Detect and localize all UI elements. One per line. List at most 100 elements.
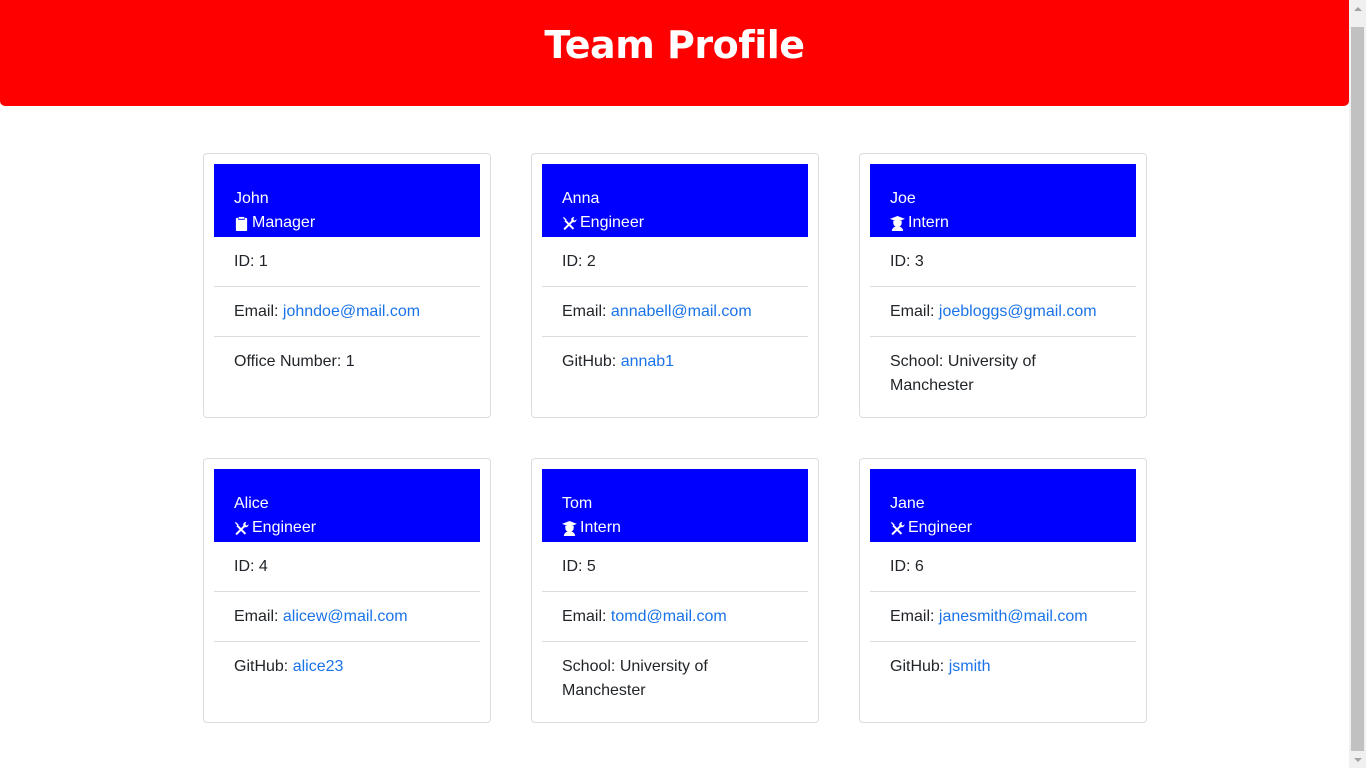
id-label: ID:	[234, 253, 259, 270]
github-label: GitHub:	[234, 658, 293, 675]
card-header: Alice Engineer	[214, 469, 480, 542]
email-label: Email:	[234, 608, 283, 625]
tools-icon	[890, 521, 905, 535]
role-label: Intern	[908, 214, 949, 231]
employee-name: Tom	[562, 495, 593, 512]
employee-name: Anna	[562, 190, 600, 207]
graduate-icon	[890, 215, 905, 231]
employee-role: Engineer	[890, 516, 1116, 540]
role-label: Engineer	[252, 519, 317, 536]
card-header: Jane Engineer	[870, 469, 1136, 542]
employee-role: Intern	[890, 211, 1116, 235]
email-link[interactable]: tomd@mail.com	[611, 608, 727, 625]
github-link[interactable]: annab1	[621, 353, 674, 370]
github-label: GitHub:	[890, 658, 949, 675]
list-item-email: Email: alicew@mail.com	[214, 592, 480, 642]
list-item-email: Email: annabell@mail.com	[542, 287, 808, 337]
email-label: Email:	[234, 303, 283, 320]
email-label: Email:	[890, 303, 939, 320]
details-list: ID: 2 Email: annabell@mail.com GitHub: a…	[542, 237, 808, 386]
details-list: ID: 1 Email: johndoe@mail.com Office Num…	[214, 237, 480, 386]
email-label: Email:	[890, 608, 939, 625]
id-value: 6	[914, 558, 924, 575]
id-value: 2	[586, 253, 596, 270]
id-value: 1	[258, 253, 268, 270]
list-item-school: School: University of Manchester	[870, 337, 1136, 410]
page-header: Team Profile	[0, 0, 1349, 106]
employee-card: Joe Intern ID: 3 Email: joebloggs@gmail.…	[859, 153, 1147, 418]
id-label: ID:	[562, 558, 587, 575]
id-label: ID:	[890, 253, 915, 270]
card-header: Anna Engineer	[542, 164, 808, 237]
details-list: ID: 5 Email: tomd@mail.com School: Unive…	[542, 542, 808, 715]
employee-card: John Manager ID: 1 Email: johndoe@mail.c…	[203, 153, 491, 418]
page-title: Team Profile	[544, 23, 805, 67]
details-list: ID: 3 Email: joebloggs@gmail.com School:…	[870, 237, 1136, 410]
employee-name: Joe	[890, 190, 916, 207]
employee-role: Engineer	[234, 516, 460, 540]
list-item-id: ID: 3	[870, 237, 1136, 287]
employee-name: Jane	[890, 495, 925, 512]
employee-name: John	[234, 190, 269, 207]
employee-role: Manager	[234, 211, 460, 235]
email-link[interactable]: annabell@mail.com	[611, 303, 752, 320]
role-label: Engineer	[580, 214, 645, 231]
id-value: 4	[258, 558, 268, 575]
id-label: ID:	[890, 558, 915, 575]
tools-icon	[562, 216, 577, 230]
list-item-office: Office Number: 1	[214, 337, 480, 386]
email-link[interactable]: johndoe@mail.com	[283, 303, 420, 320]
clipboard-icon	[235, 216, 248, 231]
details-list: ID: 6 Email: janesmith@mail.com GitHub: …	[870, 542, 1136, 691]
email-link[interactable]: janesmith@mail.com	[939, 608, 1088, 625]
list-item-id: ID: 1	[214, 237, 480, 287]
id-value: 5	[586, 558, 596, 575]
employee-role: Intern	[562, 516, 788, 540]
employee-card: Alice Engineer ID: 4 Email: alicew@mail.…	[203, 458, 491, 723]
github-link[interactable]: jsmith	[949, 658, 991, 675]
email-link[interactable]: alicew@mail.com	[283, 608, 408, 625]
scrollbar-thumb[interactable]	[1351, 27, 1364, 751]
page: Team Profile John Manager ID: 1 Email: j…	[0, 0, 1349, 768]
list-item-id: ID: 5	[542, 542, 808, 592]
employee-card: Tom Intern ID: 5 Email: tomd@mail.com Sc…	[531, 458, 819, 723]
email-label: Email:	[562, 608, 611, 625]
email-link[interactable]: joebloggs@gmail.com	[939, 303, 1097, 320]
github-label: GitHub:	[562, 353, 621, 370]
list-item-email: Email: johndoe@mail.com	[214, 287, 480, 337]
role-label: Manager	[252, 214, 316, 231]
list-item-id: ID: 4	[214, 542, 480, 592]
list-item-school: School: University of Manchester	[542, 642, 808, 715]
employee-name: Alice	[234, 495, 269, 512]
list-item-id: ID: 6	[870, 542, 1136, 592]
list-item-email: Email: tomd@mail.com	[542, 592, 808, 642]
card-header: Joe Intern	[870, 164, 1136, 237]
list-item-github: GitHub: annab1	[542, 337, 808, 386]
employee-card: Jane Engineer ID: 6 Email: janesmith@mai…	[859, 458, 1147, 723]
list-item-github: GitHub: alice23	[214, 642, 480, 691]
school-label: School:	[890, 353, 948, 370]
office-value: 1	[345, 353, 355, 370]
school-label: School:	[562, 658, 620, 675]
list-item-id: ID: 2	[542, 237, 808, 287]
employee-card: Anna Engineer ID: 2 Email: annabell@mail…	[531, 153, 819, 418]
scroll-up-arrow-icon[interactable]	[1349, 0, 1366, 17]
employee-role: Engineer	[562, 211, 788, 235]
scroll-down-arrow-icon[interactable]	[1349, 751, 1366, 768]
details-list: ID: 4 Email: alicew@mail.com GitHub: ali…	[214, 542, 480, 691]
id-value: 3	[914, 253, 924, 270]
tools-icon	[234, 521, 249, 535]
vertical-scrollbar[interactable]	[1349, 0, 1366, 768]
graduate-icon	[562, 520, 577, 536]
role-label: Engineer	[908, 519, 973, 536]
card-header: Tom Intern	[542, 469, 808, 542]
card-header: John Manager	[214, 164, 480, 237]
office-label: Office Number:	[234, 353, 346, 370]
list-item-email: Email: joebloggs@gmail.com	[870, 287, 1136, 337]
role-label: Intern	[580, 519, 621, 536]
email-label: Email:	[562, 303, 611, 320]
list-item-github: GitHub: jsmith	[870, 642, 1136, 691]
id-label: ID:	[562, 253, 587, 270]
list-item-email: Email: janesmith@mail.com	[870, 592, 1136, 642]
github-link[interactable]: alice23	[293, 658, 344, 675]
